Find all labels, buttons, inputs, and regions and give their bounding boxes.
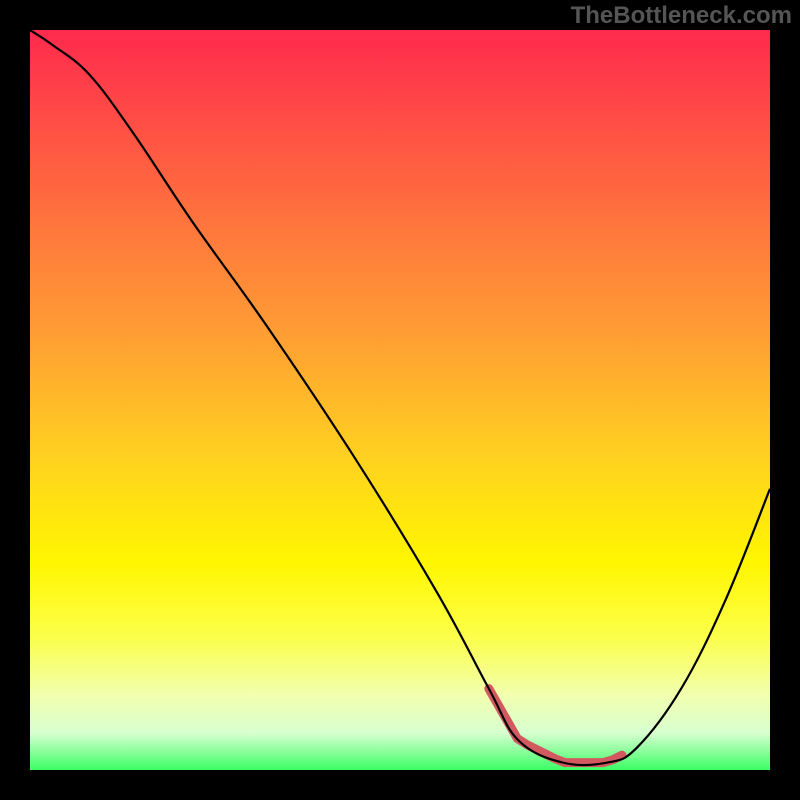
bottleneck-curve: [30, 30, 770, 765]
chart-svg: [30, 30, 770, 770]
chart-frame: TheBottleneck.com: [0, 0, 800, 800]
watermark-text: TheBottleneck.com: [571, 2, 792, 30]
plot-area: [30, 30, 770, 770]
optimal-range-highlight: [489, 689, 622, 763]
